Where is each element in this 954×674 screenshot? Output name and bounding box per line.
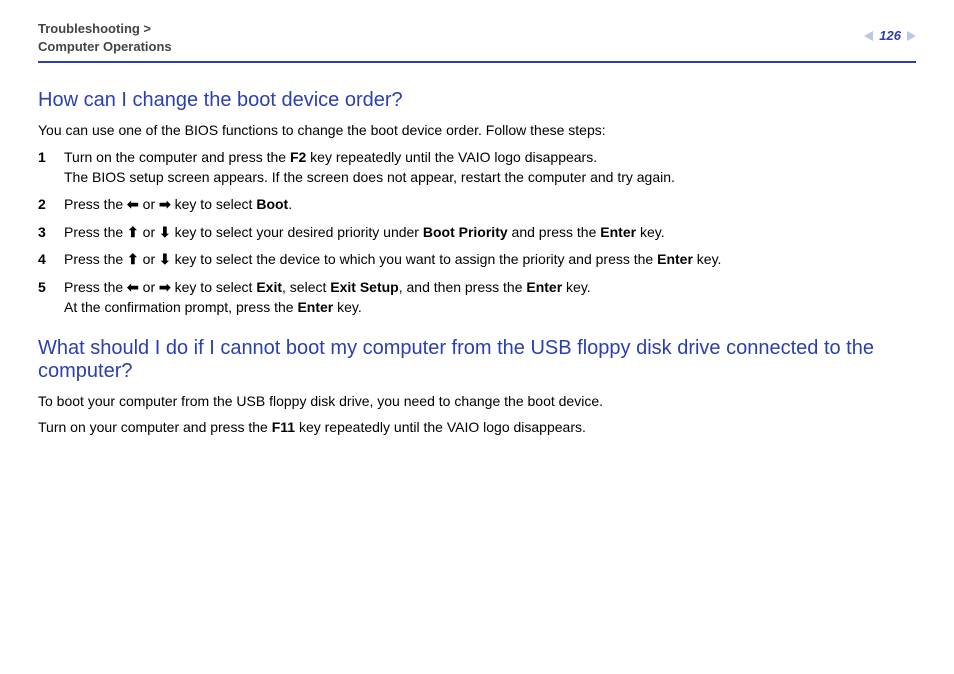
step-text: Press the ⬅ or ➡ key to select Exit, sel…	[64, 278, 916, 317]
step-4: 4 Press the ⬆ or ⬇ key to select the dev…	[38, 250, 916, 270]
step-5: 5 Press the ⬅ or ➡ key to select Exit, s…	[38, 278, 916, 317]
page-number-nav: 126	[864, 20, 916, 43]
arrow-down-icon: ⬇	[159, 252, 171, 266]
page-header: Troubleshooting > Computer Operations 12…	[38, 20, 916, 63]
arrow-right-icon: ➡	[159, 197, 171, 211]
arrow-down-icon: ⬇	[159, 225, 171, 239]
step-text: Press the ⬆ or ⬇ key to select the devic…	[64, 250, 916, 270]
arrow-up-icon: ⬆	[127, 225, 139, 239]
section2-para1: To boot your computer from the USB flopp…	[38, 393, 916, 409]
step-number: 3	[38, 223, 64, 243]
step-number: 1	[38, 148, 64, 168]
step-text: Press the ⬅ or ➡ key to select Boot.	[64, 195, 916, 215]
breadcrumb: Troubleshooting > Computer Operations	[38, 20, 172, 55]
section2-para2: Turn on your computer and press the F11 …	[38, 419, 916, 435]
arrow-right-icon: ➡	[159, 280, 171, 294]
step-number: 5	[38, 278, 64, 298]
step-number: 2	[38, 195, 64, 215]
step-text: Turn on the computer and press the F2 ke…	[64, 148, 916, 187]
section1-steps: 1 Turn on the computer and press the F2 …	[38, 148, 916, 317]
arrow-up-icon: ⬆	[127, 252, 139, 266]
section1-heading: How can I change the boot device order?	[38, 89, 916, 112]
page-number: 126	[877, 28, 903, 43]
breadcrumb-line1: Troubleshooting >	[38, 21, 151, 36]
page-root: Troubleshooting > Computer Operations 12…	[0, 0, 954, 465]
breadcrumb-line2: Computer Operations	[38, 39, 172, 54]
section2-heading: What should I do if I cannot boot my com…	[38, 337, 916, 383]
section1-intro: You can use one of the BIOS functions to…	[38, 122, 916, 138]
step-number: 4	[38, 250, 64, 270]
step-1: 1 Turn on the computer and press the F2 …	[38, 148, 916, 187]
step-2: 2 Press the ⬅ or ➡ key to select Boot.	[38, 195, 916, 215]
arrow-left-icon: ⬅	[127, 197, 139, 211]
step-3: 3 Press the ⬆ or ⬇ key to select your de…	[38, 223, 916, 243]
prev-page-icon[interactable]	[864, 31, 873, 41]
next-page-icon[interactable]	[907, 31, 916, 41]
step-text: Press the ⬆ or ⬇ key to select your desi…	[64, 223, 916, 243]
arrow-left-icon: ⬅	[127, 280, 139, 294]
